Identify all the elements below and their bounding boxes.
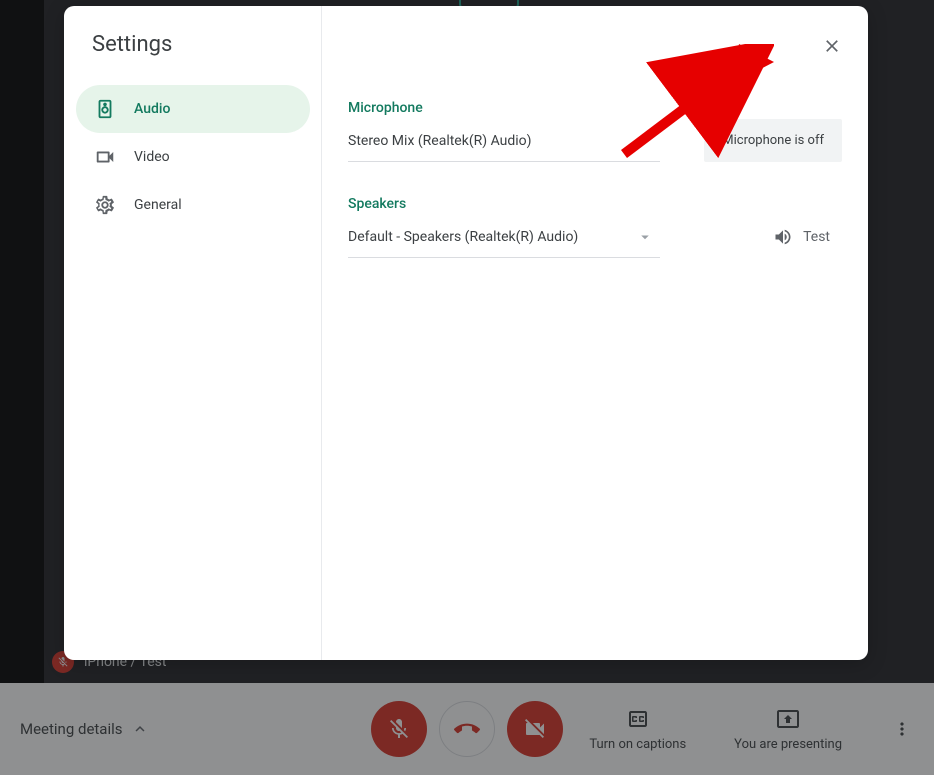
mute-mic-button[interactable] (371, 701, 427, 757)
nav-general-label: General (134, 197, 182, 213)
captions-button[interactable]: Turn on captions (589, 707, 686, 752)
present-to-all-icon (776, 707, 800, 731)
speaker-icon (94, 98, 116, 120)
nav-video[interactable]: Video (76, 133, 321, 181)
test-speakers-button[interactable]: Test (773, 227, 830, 247)
bottom-control-bar: Meeting details Turn on captions You are… (0, 683, 934, 775)
close-button[interactable] (816, 30, 848, 62)
dropdown-icon (636, 228, 654, 246)
dialog-title: Settings (64, 32, 321, 85)
closed-caption-icon (626, 707, 650, 731)
speakers-value: Default - Speakers (Realtek(R) Audio) (348, 229, 578, 245)
dropdown-icon (636, 132, 654, 150)
call-controls (371, 701, 563, 757)
captions-label: Turn on captions (589, 737, 686, 752)
more-options-button[interactable] (890, 717, 914, 741)
meeting-details-label: Meeting details (20, 720, 123, 738)
videocam-off-icon (523, 717, 547, 741)
nav-video-label: Video (134, 149, 170, 165)
close-icon (822, 36, 842, 56)
call-end-icon (454, 716, 480, 742)
microphone-value: Stereo Mix (Realtek(R) Audio) (348, 133, 532, 149)
camera-off-button[interactable] (507, 701, 563, 757)
speakers-select[interactable]: Default - Speakers (Realtek(R) Audio) (348, 216, 660, 258)
nav-general[interactable]: General (76, 181, 321, 229)
speakers-section-label: Speakers (348, 196, 842, 212)
present-label: You are presenting (734, 737, 842, 752)
right-controls: Turn on captions You are presenting (589, 707, 914, 752)
settings-dialog: Settings Audio Video General Microphone … (64, 6, 868, 660)
nav-audio-label: Audio (134, 101, 170, 117)
settings-content: Microphone Stereo Mix (Realtek(R) Audio)… (322, 6, 868, 660)
microphone-status: Microphone is off (704, 119, 842, 162)
test-label: Test (803, 229, 830, 245)
hang-up-button[interactable] (439, 701, 495, 757)
more-vert-icon (892, 719, 912, 739)
meeting-details-button[interactable]: Meeting details (20, 720, 149, 738)
volume-icon (773, 227, 793, 247)
present-button[interactable]: You are presenting (734, 707, 842, 752)
nav-audio[interactable]: Audio (76, 85, 310, 133)
chevron-up-icon (131, 720, 149, 738)
videocam-icon (94, 146, 116, 168)
settings-sidebar: Settings Audio Video General (64, 6, 322, 660)
microphone-section-label: Microphone (348, 100, 842, 116)
mic-off-icon (387, 717, 411, 741)
gear-icon (94, 194, 116, 216)
microphone-select[interactable]: Stereo Mix (Realtek(R) Audio) (348, 120, 660, 162)
